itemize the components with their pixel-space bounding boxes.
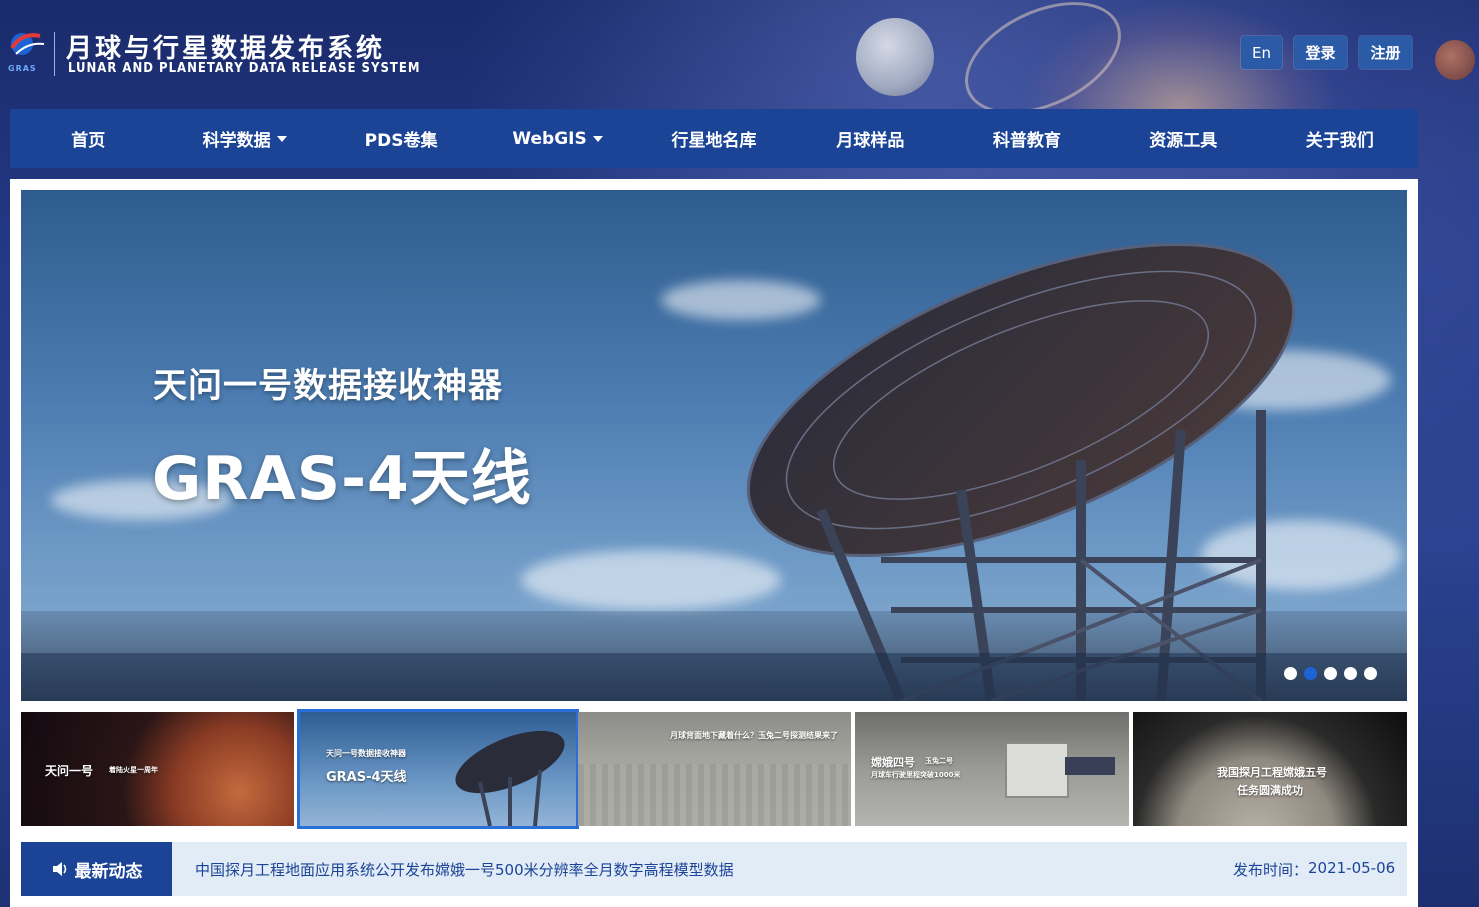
nav-label: 科学数据 xyxy=(202,131,271,151)
carousel-dot[interactable] xyxy=(1364,667,1377,680)
gras-logo-icon xyxy=(10,33,45,55)
nav-item-about[interactable]: 关于我们 xyxy=(1262,109,1418,168)
carousel-indicators xyxy=(1284,667,1377,680)
login-button[interactable]: 登录 xyxy=(1294,36,1347,69)
thumbnail-change4-rover[interactable]: 嫦娥四号 玉兔二号 月球车行驶里程突破1000米 xyxy=(855,712,1129,826)
thumbnail-yutu2-subsurface[interactable]: 月球背面地下藏着什么？玉兔二号探测结果来了 xyxy=(578,712,851,826)
nav-item-home[interactable]: 首页 xyxy=(10,109,166,168)
thumbnail-gras4-antenna[interactable]: 天问一号数据接收神器 GRAS-4天线 xyxy=(297,709,579,829)
content-panel: 天问一号数据接收神器 GRAS-4天线 天问一号 着陆火星一周年 天问一号数据接… xyxy=(10,179,1418,907)
nav-label: 关于我们 xyxy=(1305,131,1374,151)
nav-label: 科普教育 xyxy=(992,131,1061,151)
language-button[interactable]: En xyxy=(1241,36,1282,69)
solar-panel-image xyxy=(1065,757,1115,775)
news-date-label: 发布时间： xyxy=(1233,861,1309,879)
caret-down-icon xyxy=(592,135,603,142)
carousel-dot[interactable] xyxy=(1344,667,1357,680)
thumbnail-subtitle: 着陆火星一周年 xyxy=(109,766,158,774)
nav-item-education[interactable]: 科普教育 xyxy=(949,109,1105,168)
nav-item-resources[interactable]: 资源工具 xyxy=(1105,109,1261,168)
carousel-dot[interactable] xyxy=(1324,667,1337,680)
carousel-dot[interactable] xyxy=(1284,667,1297,680)
news-ticker: 最新动态 中国探月工程地面应用系统公开发布嫦娥一号500米分辨率全月数字高程模型… xyxy=(21,842,1407,896)
caret-down-icon xyxy=(276,135,287,142)
radio-telescope-thumbnail-image xyxy=(455,730,565,826)
news-date: 2021-05-06 xyxy=(1308,859,1396,877)
thumbnail-title: 月球背面地下藏着什么？玉兔二号探测结果来了 xyxy=(670,731,838,740)
logo-text: GRAS xyxy=(8,64,37,73)
news-headline-link[interactable]: 中国探月工程地面应用系统公开发布嫦娥一号500米分辨率全月数字高程模型数据 xyxy=(195,859,734,880)
thumbnail-caption: 月球车行驶里程突破1000米 xyxy=(871,771,961,779)
banner-title: GRAS-4天线 xyxy=(152,444,532,514)
register-button[interactable]: 注册 xyxy=(1359,36,1412,69)
nav-label: PDS卷集 xyxy=(364,131,438,151)
banner-carousel[interactable]: 天问一号数据接收神器 GRAS-4天线 xyxy=(21,190,1407,701)
main-nav: 首页 科学数据 PDS卷集 WebGIS 行星地名库 月球样品 科普教育 资源工… xyxy=(10,109,1418,168)
news-tag: 最新动态 xyxy=(21,842,172,896)
news-tag-label: 最新动态 xyxy=(74,861,143,882)
thumbnail-caption: 任务圆满成功 xyxy=(1237,784,1303,797)
nav-item-science-data[interactable]: 科学数据 xyxy=(166,109,322,168)
thumbnail-subtitle: 玉兔二号 xyxy=(925,757,953,765)
nav-label: 资源工具 xyxy=(1149,131,1218,151)
site-logo[interactable]: GRAS xyxy=(8,28,48,76)
banner-caption-strip xyxy=(21,653,1407,701)
thumbnail-title: 天问一号 xyxy=(45,764,94,778)
planet-decoration xyxy=(856,18,934,96)
banner-subtitle: 天问一号数据接收神器 xyxy=(153,366,503,406)
nav-label: 行星地名库 xyxy=(671,131,757,151)
nav-item-planet-names[interactable]: 行星地名库 xyxy=(636,109,792,168)
nav-item-webgis[interactable]: WebGIS xyxy=(479,109,635,168)
thumbnail-subtitle: 天问一号数据接收神器 xyxy=(326,749,406,758)
nav-label: WebGIS xyxy=(512,128,587,149)
site-subtitle: LUNAR AND PLANETARY DATA RELEASE SYSTEM xyxy=(68,61,421,76)
site-title: 月球与行星数据发布系统 xyxy=(66,34,386,64)
nav-item-pds[interactable]: PDS卷集 xyxy=(323,109,479,168)
radio-telescope-image xyxy=(746,242,1296,701)
speaker-icon xyxy=(52,862,66,876)
nav-item-lunar-samples[interactable]: 月球样品 xyxy=(792,109,948,168)
terrain-profile-image xyxy=(578,764,851,826)
thumbnail-change5-success[interactable]: 我国探月工程嫦娥五号 任务圆满成功 xyxy=(1133,712,1407,826)
thumbnail-title: 我国探月工程嫦娥五号 xyxy=(1217,766,1327,779)
nav-label: 月球样品 xyxy=(836,131,905,151)
logo-divider xyxy=(54,32,55,76)
carousel-dot-active[interactable] xyxy=(1304,667,1317,680)
nav-label: 首页 xyxy=(71,131,106,151)
red-planet-decoration xyxy=(1435,40,1475,80)
thumbnail-title: GRAS-4天线 xyxy=(326,770,407,785)
thumbnail-title: 嫦娥四号 xyxy=(871,756,915,769)
thumbnail-tianwen-mars[interactable]: 天问一号 着陆火星一周年 xyxy=(21,712,294,826)
rover-image xyxy=(1005,742,1069,798)
